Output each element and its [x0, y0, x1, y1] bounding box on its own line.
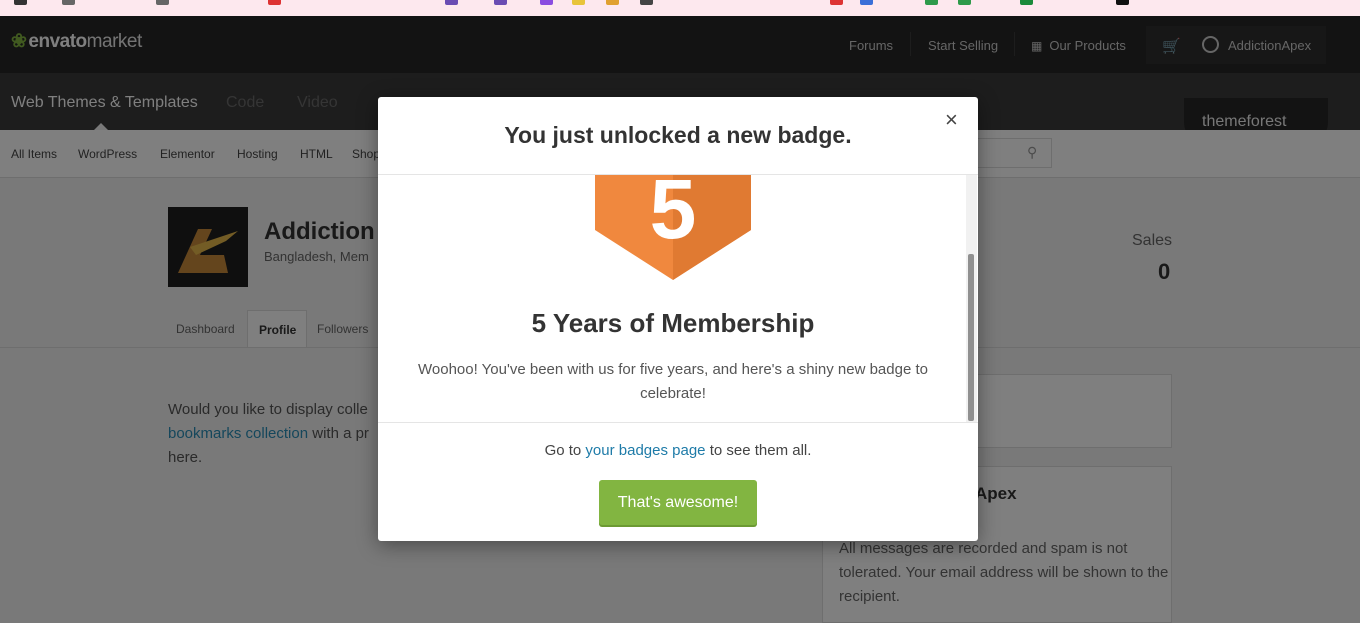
scrollbar-thumb[interactable]: [968, 254, 974, 421]
bookmark-icon[interactable]: [445, 0, 458, 5]
bookmark-icon[interactable]: [156, 0, 169, 5]
bookmark-icon[interactable]: [606, 0, 619, 5]
bookmark-icon[interactable]: [640, 0, 653, 5]
badge-number: 5: [650, 175, 697, 256]
modal-title: You just unlocked a new badge.: [504, 122, 852, 148]
bookmark-icon[interactable]: [540, 0, 553, 5]
bookmark-icon[interactable]: [925, 0, 938, 5]
modal-header: You just unlocked a new badge. ×: [378, 97, 978, 175]
bookmark-icon[interactable]: [958, 0, 971, 5]
bookmark-icon[interactable]: [268, 0, 281, 5]
apps-icon[interactable]: [14, 0, 27, 5]
badges-page-link[interactable]: your badges page: [585, 442, 705, 459]
bookmarks-bar: [0, 0, 1360, 16]
badge-description: Woohoo! You've been with us for five yea…: [418, 361, 928, 402]
bookmark-icon[interactable]: [1116, 0, 1129, 5]
badges-page-hint: Go to your badges page to see them all.: [544, 442, 812, 459]
close-icon[interactable]: ×: [945, 107, 958, 133]
bookmark-icon[interactable]: [860, 0, 873, 5]
thats-awesome-button[interactable]: That's awesome!: [599, 480, 757, 525]
bookmark-icon[interactable]: [1020, 0, 1033, 5]
bookmark-icon[interactable]: [572, 0, 585, 5]
badge-unlocked-modal: You just unlocked a new badge. × 5 5 Yea…: [378, 97, 978, 541]
bookmark-icon[interactable]: [830, 0, 843, 5]
bookmark-icon[interactable]: [62, 0, 75, 5]
modal-body: 5 5 Years of Membership Woohoo! You've b…: [378, 175, 978, 423]
badge-title: 5 Years of Membership: [531, 308, 815, 338]
membership-badge-icon: 5: [595, 175, 751, 280]
bookmark-icon[interactable]: [494, 0, 507, 5]
